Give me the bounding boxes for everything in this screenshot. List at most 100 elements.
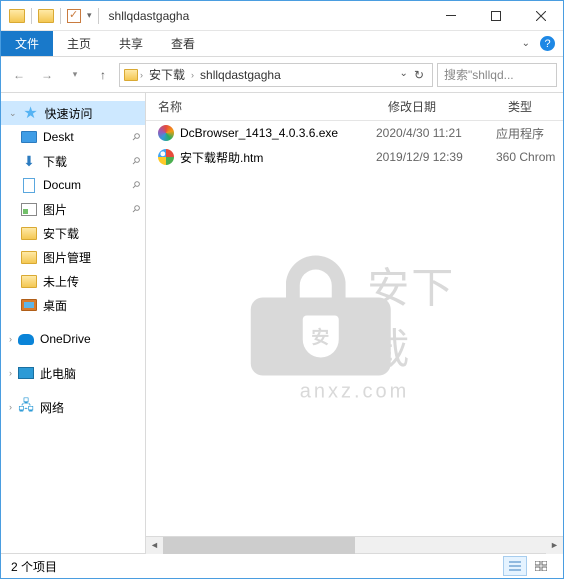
sidebar-item-picmgr[interactable]: 图片管理 (1, 245, 145, 269)
exe-icon (158, 125, 174, 141)
file-list: DcBrowser_1413_4.0.3.6.exe 2020/4/30 11:… (146, 121, 563, 536)
chevron-right-icon: › (9, 402, 12, 412)
chevron-right-icon[interactable]: › (191, 70, 194, 80)
desktop-color-icon (21, 299, 37, 311)
titlebar: ▾ shllqdastgagha (1, 1, 563, 31)
search-input[interactable]: 搜索"shllqd... (437, 63, 557, 87)
sidebar-item-label: 快速访问 (45, 105, 93, 122)
view-details-button[interactable] (503, 556, 527, 576)
watermark-url: anxz.com (300, 380, 410, 403)
search-placeholder: 搜索"shllqd... (444, 66, 514, 83)
breadcrumb-folder-icon (124, 69, 138, 81)
nav-recent-dropdown[interactable]: ▾ (63, 63, 87, 87)
breadcrumb-dropdown-icon[interactable]: ⌄ (400, 68, 408, 82)
view-icons-button[interactable] (529, 556, 553, 576)
item-count: 2 个项目 (11, 558, 57, 575)
sidebar-item-label: 安下载 (43, 225, 79, 242)
scroll-right-button[interactable]: ► (546, 537, 563, 554)
sidebar-item-downloads[interactable]: ⬇ 下载 ⚲ (1, 149, 145, 173)
file-row[interactable]: DcBrowser_1413_4.0.3.6.exe 2020/4/30 11:… (146, 121, 563, 145)
folder-icon (21, 275, 37, 288)
ribbon-expand-icon[interactable]: ⌄ (522, 38, 530, 49)
folder-icon (21, 227, 37, 240)
sidebar-thispc[interactable]: › 此电脑 (1, 361, 145, 385)
pin-icon: ⚲ (129, 179, 142, 192)
network-icon: 🖧 (18, 399, 34, 415)
file-name: 安下载帮助.htm (180, 149, 263, 166)
sidebar-item-label: 图片管理 (43, 249, 91, 266)
column-type[interactable]: 类型 (496, 98, 563, 115)
sidebar-item-desk[interactable]: 桌面 (1, 293, 145, 317)
sidebar-onedrive[interactable]: › OneDrive (1, 327, 145, 351)
sidebar-item-label: 桌面 (43, 297, 67, 314)
maximize-button[interactable] (473, 1, 518, 30)
ribbon-tabs: 文件 主页 共享 查看 ⌄ ? (1, 31, 563, 57)
file-type: 360 Chrom (496, 150, 563, 164)
scroll-left-button[interactable]: ◄ (146, 537, 163, 554)
download-icon: ⬇ (21, 153, 37, 169)
sidebar-item-pictures[interactable]: 图片 ⚲ (1, 197, 145, 221)
sidebar-item-label: Deskt (43, 130, 74, 144)
sidebar-item-anxiazai[interactable]: 安下载 (1, 221, 145, 245)
column-name[interactable]: 名称 (146, 98, 376, 115)
sidebar-item-label: 下载 (43, 153, 67, 170)
sidebar-item-label: 图片 (43, 201, 67, 218)
onedrive-icon (18, 334, 34, 345)
breadcrumb-seg-2[interactable]: shllqdastgagha (196, 68, 285, 82)
file-row[interactable]: 安下载帮助.htm 2019/12/9 12:39 360 Chrom (146, 145, 563, 169)
watermark-text: 安下载 (367, 254, 458, 376)
column-date[interactable]: 修改日期 (376, 98, 496, 115)
tab-home[interactable]: 主页 (53, 31, 105, 56)
tab-view[interactable]: 查看 (157, 31, 209, 56)
sidebar: ⌄ ★ 快速访问 Deskt ⚲ ⬇ 下载 ⚲ Docum ⚲ 图片 ⚲ 安下载 (1, 93, 146, 553)
breadcrumb[interactable]: › 安下载 › shllqdastgagha ⌄ ↻ (119, 63, 433, 87)
file-name: DcBrowser_1413_4.0.3.6.exe (180, 126, 338, 140)
nav-up-button[interactable]: ↑ (91, 63, 115, 87)
breadcrumb-seg-1[interactable]: 安下载 (145, 66, 189, 83)
statusbar: 2 个项目 (1, 553, 563, 578)
sidebar-item-label: 此电脑 (40, 365, 76, 382)
help-icon[interactable]: ? (540, 36, 555, 51)
folder-icon (21, 251, 37, 264)
refresh-icon[interactable]: ↻ (414, 68, 424, 82)
sidebar-item-label: 网络 (40, 399, 64, 416)
tab-file[interactable]: 文件 (1, 31, 53, 56)
horizontal-scrollbar[interactable]: ◄ ► (146, 536, 563, 553)
navbar: ← → ▾ ↑ › 安下载 › shllqdastgagha ⌄ ↻ 搜索"sh… (1, 57, 563, 93)
picture-icon (21, 203, 37, 216)
sidebar-quick-access[interactable]: ⌄ ★ 快速访问 (1, 101, 145, 125)
chevron-down-icon: ⌄ (9, 108, 17, 119)
document-icon (23, 178, 35, 193)
file-type: 应用程序 (496, 125, 563, 142)
sidebar-item-label: Docum (43, 178, 81, 192)
nav-back-button[interactable]: ← (7, 63, 31, 87)
content-pane: 名称 修改日期 类型 DcBrowser_1413_4.0.3.6.exe 20… (146, 93, 563, 553)
app-icon (9, 9, 25, 23)
pin-icon: ⚲ (129, 203, 142, 216)
close-button[interactable] (518, 1, 563, 30)
sidebar-network[interactable]: › 🖧 网络 (1, 395, 145, 419)
sidebar-item-unuploaded[interactable]: 未上传 (1, 269, 145, 293)
chevron-right-icon[interactable]: › (140, 70, 143, 80)
scroll-thumb[interactable] (163, 537, 355, 554)
sidebar-item-desktop[interactable]: Deskt ⚲ (1, 125, 145, 149)
tab-share[interactable]: 共享 (105, 31, 157, 56)
column-headers: 名称 修改日期 类型 (146, 93, 563, 121)
pin-icon: ⚲ (129, 131, 142, 144)
sidebar-item-label: OneDrive (40, 332, 91, 346)
qat-properties-icon[interactable] (67, 9, 81, 23)
qat-folder-icon[interactable] (38, 9, 54, 23)
pc-icon (18, 367, 34, 379)
chevron-right-icon: › (9, 368, 12, 378)
star-icon: ★ (23, 105, 39, 121)
htm-icon (158, 149, 174, 165)
chevron-right-icon: › (9, 334, 12, 344)
minimize-button[interactable] (428, 1, 473, 30)
qat-dropdown-icon[interactable]: ▾ (87, 10, 92, 21)
desktop-icon (21, 131, 37, 143)
sidebar-item-documents[interactable]: Docum ⚲ (1, 173, 145, 197)
pin-icon: ⚲ (129, 155, 142, 168)
watermark: 安 安下载 anxz.com (250, 254, 459, 403)
window-title: shllqdastgagha (99, 9, 190, 23)
nav-forward-button: → (35, 63, 59, 87)
